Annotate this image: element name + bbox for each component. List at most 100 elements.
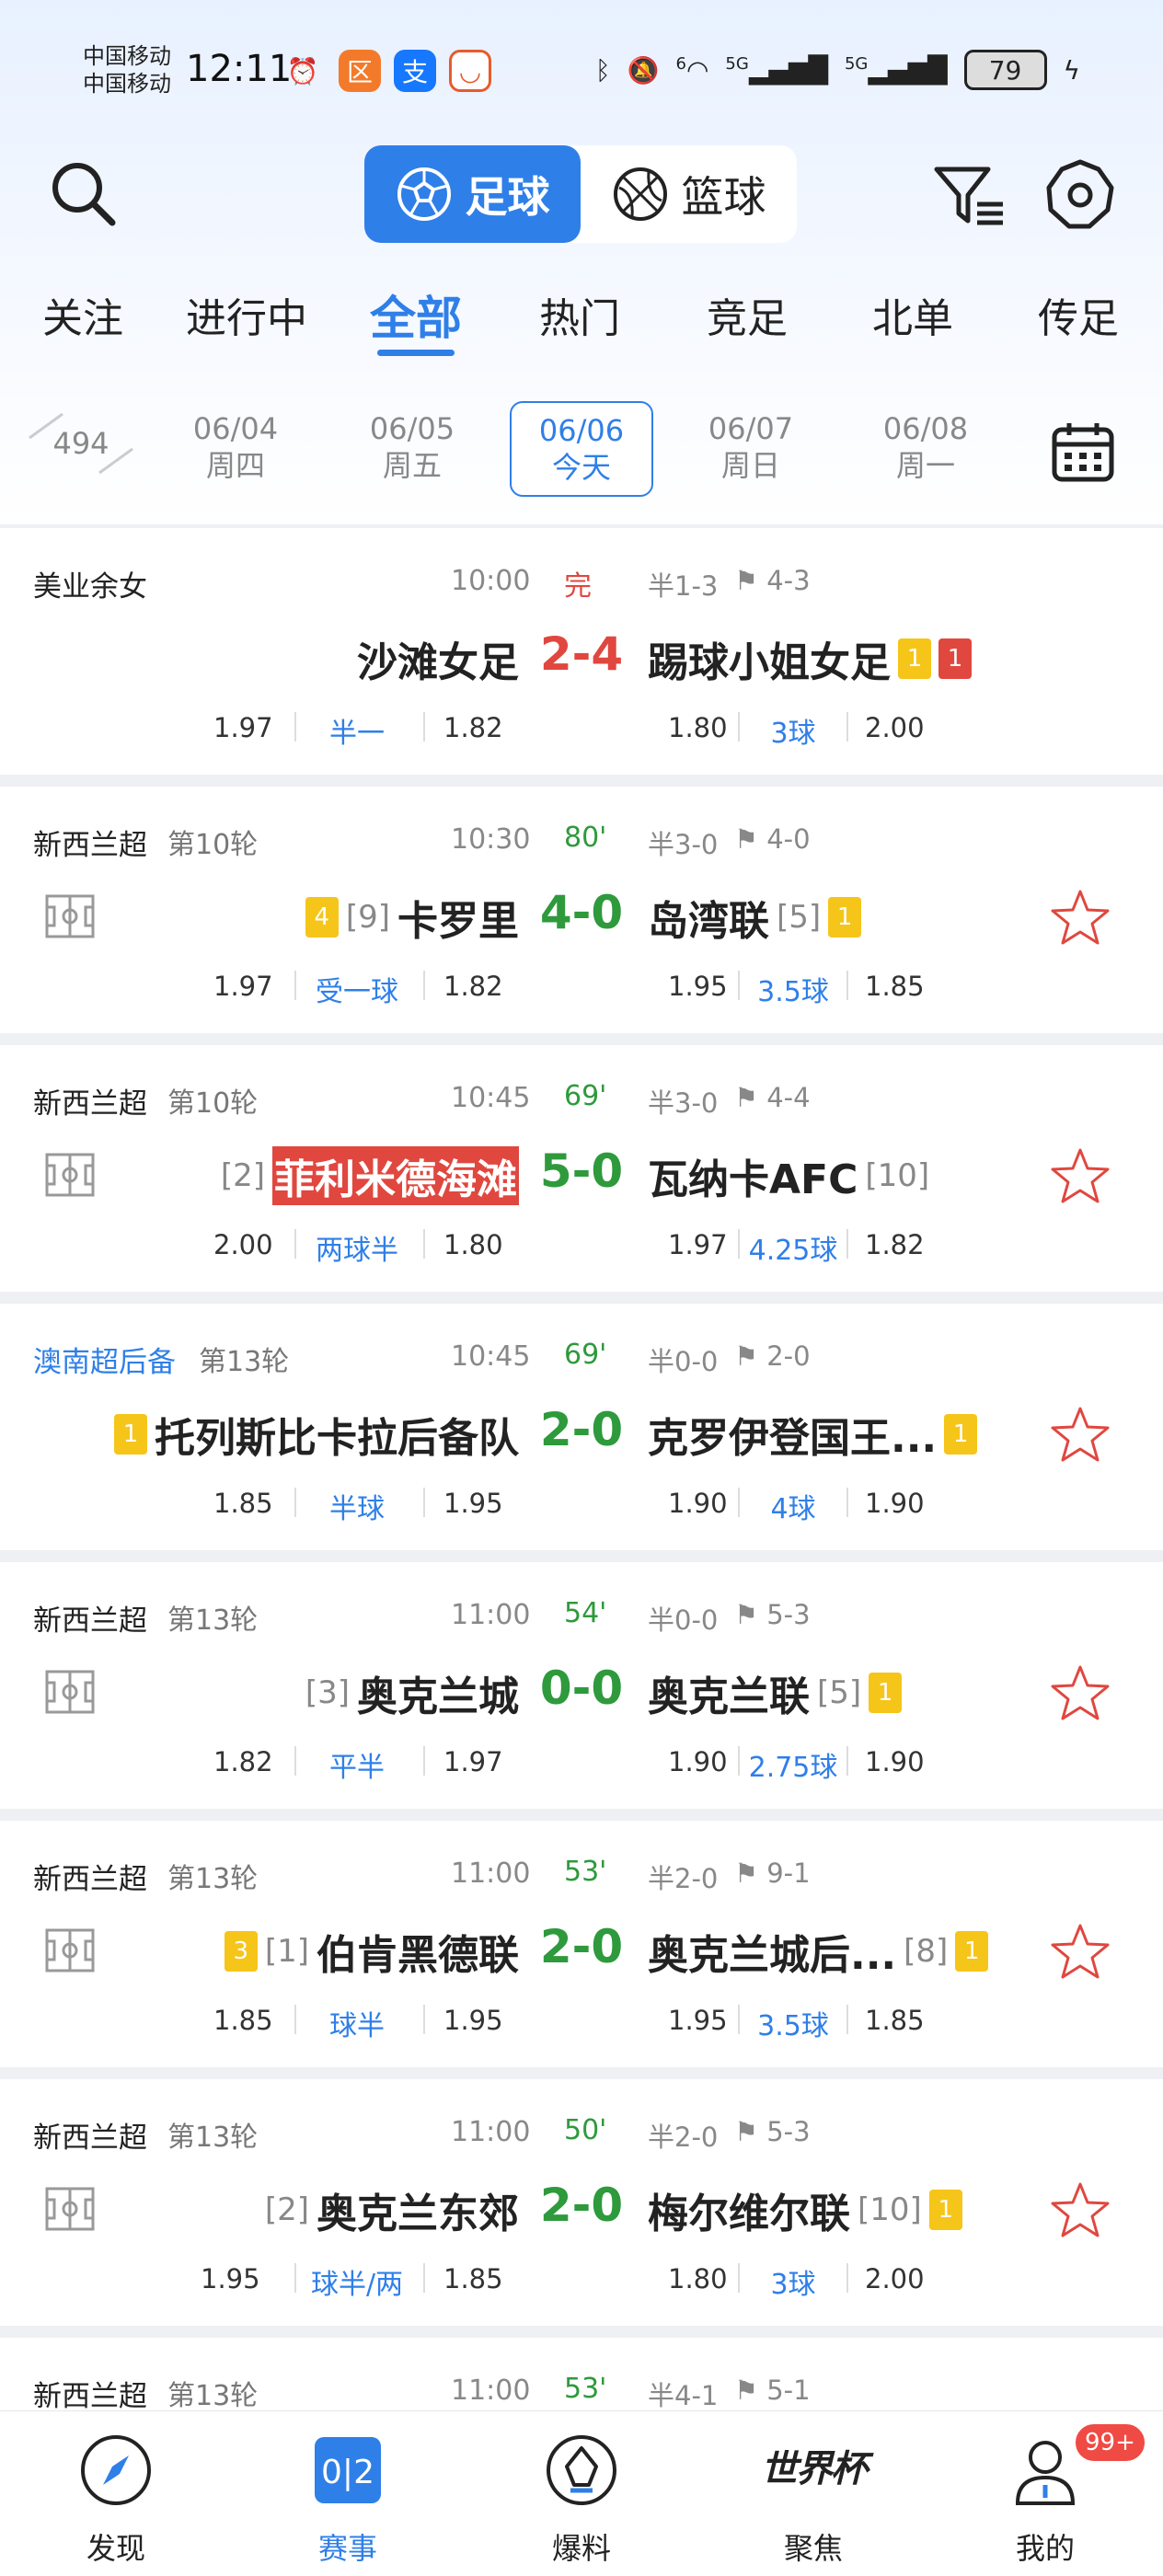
tab-hot[interactable]: 热门: [539, 285, 620, 344]
corner-flag-icon: ⚑: [734, 823, 758, 855]
match-card[interactable]: 新西兰超 第13轮 11:00 53' 半2-0 ⚑ 9-1 3 [1] 伯肯黑德联 2-0 奥克兰…: [0, 1821, 1163, 2067]
date-item[interactable]: 06/05 周五: [340, 401, 484, 497]
handicap-line: 球半/两: [310, 2269, 404, 2301]
filter-button[interactable]: [931, 158, 1008, 236]
sport-basketball-tab[interactable]: 篮球: [581, 145, 797, 243]
corner-count: ⚑ 5-3: [734, 2116, 811, 2147]
odds-over: 1.80: [668, 2263, 728, 2294]
pitch-icon[interactable]: [44, 1669, 96, 1715]
goal-line: 3.5球: [757, 976, 829, 1008]
away-team: 奥克兰城后... [8] 1: [648, 1922, 989, 1981]
tab-chuanzu[interactable]: 传足: [1038, 285, 1119, 344]
favorite-star-icon[interactable]: [1051, 1405, 1110, 1464]
handicap-line: 半球: [329, 1493, 385, 1525]
yellow-card-count: 1: [828, 897, 862, 937]
sport-football-tab[interactable]: 足球: [364, 145, 581, 243]
away-rank: [8]: [904, 1933, 949, 1970]
previous-matches-count[interactable]: 494: [26, 407, 136, 480]
away-team: 瓦纳卡AFC [10]: [648, 1146, 929, 1205]
home-team: [3] 奥克兰城: [305, 1663, 519, 1722]
round-label: 第10轮: [167, 1087, 259, 1120]
round-label: 第10轮: [167, 829, 259, 861]
match-card[interactable]: 美业余女 10:00 完半1-3 ⚑ 4-3 沙滩女足 2-4 踢球小姐女足 1 1 1.97 半一…: [0, 528, 1163, 775]
favorite-star-icon[interactable]: [1051, 1922, 1110, 1981]
away-team: 梅尔维尔联 [10] 1: [648, 2180, 962, 2239]
league-name[interactable]: 新西兰超: [33, 1080, 147, 1121]
league-name[interactable]: 新西兰超: [33, 822, 147, 863]
nav-matches[interactable]: 0|2 赛事: [274, 2411, 421, 2576]
match-card[interactable]: 新西兰超 第10轮 10:45 69' 半3-0 ⚑ 4-4 [2] 菲利米德海滩 5-0 瓦纳卡…: [0, 1045, 1163, 1292]
league-name[interactable]: 澳南超后备: [33, 1339, 176, 1380]
pitch-icon[interactable]: [44, 1927, 96, 1973]
home-team-name: 奥克兰城: [357, 1673, 519, 1720]
halftime-score: 半1-3: [648, 570, 719, 602]
favorite-star-icon[interactable]: [1051, 888, 1110, 947]
goal-line: 2.75球: [748, 1752, 838, 1784]
battery-icon: 79: [963, 50, 1047, 90]
date-item[interactable]: 06/08 周一: [854, 401, 997, 497]
round-label: 第13轮: [167, 2380, 259, 2412]
league-name[interactable]: 新西兰超: [33, 1856, 147, 1897]
pitch-icon[interactable]: [44, 2186, 96, 2232]
round-label: 第13轮: [167, 2122, 259, 2154]
halftime-score: 半3-0: [648, 829, 719, 860]
corner-count: ⚑ 5-1: [734, 2375, 811, 2406]
favorite-star-icon[interactable]: [1051, 1663, 1110, 1722]
home-team: 4 [9] 卡罗里: [305, 888, 519, 947]
date-selector: 494 06/04 周四 06/05 周五 06/06 今天 06/07 周日 …: [0, 379, 1163, 517]
halftime-score: 半3-0: [648, 1087, 719, 1119]
nav-scoop[interactable]: 爆料: [508, 2411, 655, 2576]
odds-away: 1.97: [443, 1746, 503, 1777]
tab-follow[interactable]: 关注: [42, 285, 123, 344]
nav-focus[interactable]: 世界杯 聚焦: [740, 2411, 887, 2576]
match-score: 2-0: [539, 1920, 624, 1973]
favorite-star-icon[interactable]: [1051, 2180, 1110, 2239]
odds-under: 1.85: [865, 2005, 925, 2036]
league-name[interactable]: 新西兰超: [33, 2373, 147, 2414]
tab-live[interactable]: 进行中: [186, 285, 307, 344]
match-score: 5-0: [539, 1144, 624, 1198]
favorite-star-icon[interactable]: [1051, 1146, 1110, 1205]
handicap-line: 两球半: [316, 1235, 398, 1267]
gear-icon: [1046, 159, 1114, 229]
away-team: 克罗伊登国王... 1: [648, 1405, 978, 1464]
odds-over: 1.90: [668, 1746, 728, 1777]
match-card[interactable]: 新西兰超 第13轮 11:00 54' 半0-0 ⚑ 5-3 [3] 奥克兰城 0-0 奥克兰联[…: [0, 1562, 1163, 1809]
search-button[interactable]: [46, 156, 120, 230]
odds-divider: [423, 1488, 425, 1517]
settings-button[interactable]: [1042, 156, 1119, 234]
tab-jingzu[interactable]: 竞足: [707, 285, 788, 344]
date-item-today[interactable]: 06/06 今天: [510, 401, 653, 497]
tab-all[interactable]: 全部: [370, 282, 462, 348]
match-card[interactable]: 澳南超后备 第13轮 10:45 69' 半0-0 ⚑ 2-0 1 托列斯比卡拉后备队 2-0 克…: [0, 1304, 1163, 1550]
odds-over: 1.80: [668, 712, 728, 743]
calendar-button[interactable]: [1051, 420, 1115, 483]
handicap-line: 半一: [329, 718, 385, 750]
odds-divider: [738, 1229, 740, 1259]
tab-beidan[interactable]: 北单: [872, 285, 953, 344]
status-bar: 中国移动 中国移动 12:11 ⏰ 区 支 ◡ ᛒ 🔕 6◠ 5G▂▄▆█ 5G…: [0, 37, 1163, 110]
odds-over: 1.97: [668, 1229, 728, 1260]
goal-line: 4.25球: [748, 1235, 838, 1267]
corner-count: ⚑ 4-3: [734, 565, 811, 596]
league-name[interactable]: 新西兰超: [33, 1597, 147, 1639]
match-card[interactable]: 新西兰超 第10轮 10:30 80' 半3-0 ⚑ 4-0 4 [9] 卡罗里 4-0 岛湾联 [5…: [0, 787, 1163, 1033]
odds-divider: [846, 712, 848, 742]
odds-under: 1.85: [865, 971, 925, 1002]
date-item[interactable]: 06/04 周四: [164, 401, 307, 497]
alipay-icon: 支: [394, 50, 436, 92]
nav-discover[interactable]: 发现: [42, 2411, 190, 2576]
goal-line: 3球: [770, 718, 816, 750]
league-name[interactable]: 美业余女: [33, 563, 147, 604]
odds-divider: [738, 2263, 740, 2293]
match-card[interactable]: 新西兰超 第13轮 11:00 50' 半2-0 ⚑ 5-3 [2] 奥克兰东郊 2-0 梅尔维尔…: [0, 2079, 1163, 2326]
odds-divider: [423, 712, 425, 742]
pitch-icon[interactable]: [44, 1152, 96, 1198]
corner-flag-icon: ⚑: [734, 2116, 758, 2147]
league-name[interactable]: 新西兰超: [33, 2114, 147, 2156]
home-team-name: 奥克兰东郊: [317, 2191, 519, 2237]
pitch-icon[interactable]: [44, 893, 96, 939]
signal-icon-2: 5G▂▄▆█: [844, 54, 948, 86]
odds-divider: [846, 1229, 848, 1259]
date-item[interactable]: 06/07 周日: [679, 401, 823, 497]
